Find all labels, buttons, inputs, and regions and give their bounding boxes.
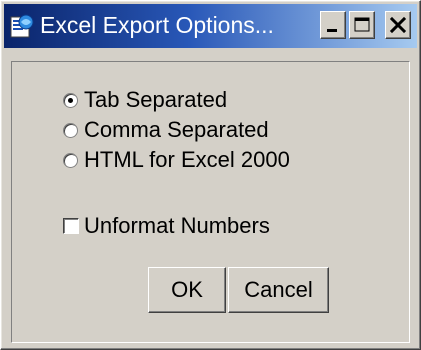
excel-export-options-dialog: Excel Export Options... Tab Separated Co…: [0, 0, 421, 350]
minimize-icon: [327, 29, 337, 32]
close-button[interactable]: [385, 11, 411, 39]
checkbox-label-unformat-numbers: Unformat Numbers: [84, 213, 270, 238]
unformat-numbers-checkbox[interactable]: [63, 218, 79, 234]
window-title: Excel Export Options...: [40, 12, 274, 38]
close-icon: [389, 16, 407, 34]
radio-button-tab-separated[interactable]: [63, 93, 78, 108]
radio-label-html-for-excel-2000: HTML for Excel 2000: [84, 147, 290, 172]
radio-label-tab-separated: Tab Separated: [84, 87, 228, 112]
radio-selected-dot: [68, 98, 73, 103]
maximize-icon: [354, 17, 370, 32]
ok-button[interactable]: OK: [148, 267, 226, 313]
title-bar[interactable]: Excel Export Options...: [4, 4, 417, 48]
radio-button-comma-separated[interactable]: [63, 123, 78, 138]
app-icon: [10, 14, 34, 38]
maximize-button[interactable]: [349, 11, 375, 39]
radio-button-html-for-excel-2000[interactable]: [63, 153, 78, 168]
radio-label-comma-separated: Comma Separated: [84, 117, 269, 142]
cancel-button[interactable]: Cancel: [228, 267, 329, 313]
minimize-button[interactable]: [320, 11, 346, 39]
